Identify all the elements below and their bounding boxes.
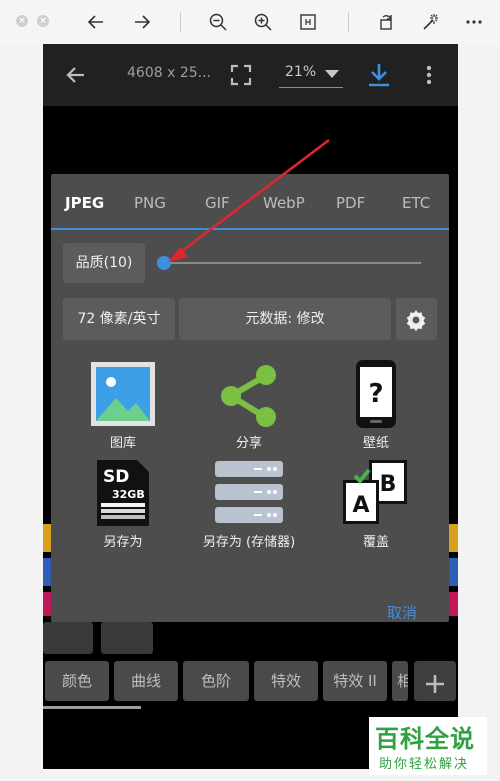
overwrite-action[interactable]: B A 覆盖: [321, 456, 431, 551]
quality-button[interactable]: 品质(10): [63, 243, 145, 283]
viewer-toolbar: × ×: [0, 0, 500, 44]
tab-pdf[interactable]: PDF: [336, 194, 365, 212]
svg-text:?: ?: [368, 379, 383, 409]
zoom-in-icon[interactable]: [251, 10, 275, 34]
quality-slider-thumb[interactable]: [157, 256, 171, 270]
plus-icon: [424, 670, 446, 710]
dpi-button[interactable]: 72 像素/英寸: [63, 298, 175, 340]
image-dimensions: 4608 x 25...: [127, 65, 211, 81]
tab-jpeg[interactable]: JPEG: [65, 194, 104, 212]
chevron-down-icon: [325, 70, 339, 78]
svg-text:32GB: 32GB: [112, 488, 145, 501]
fullscreen-icon[interactable]: [229, 63, 253, 91]
app-bar: 4608 x 25... 21%: [43, 44, 458, 106]
save-dialog: JPEG PNG GIF WebP PDF ETC 品质(10) 72 像素/英…: [51, 174, 449, 622]
zoom-select[interactable]: 21%: [279, 64, 343, 88]
image-preview-strip: [43, 592, 51, 616]
close-icon[interactable]: ×: [16, 15, 28, 27]
svg-text:SD: SD: [103, 467, 129, 487]
minimize-icon[interactable]: ×: [37, 15, 49, 27]
image-preview-strip: [448, 524, 458, 552]
action-label: 分享: [235, 436, 262, 451]
effects-button-curve[interactable]: 曲线: [114, 661, 178, 701]
magic-wand-icon[interactable]: [418, 10, 442, 34]
back-arrow-icon[interactable]: [84, 10, 108, 34]
watermark: 百科全说 助你轻松解决: [369, 717, 487, 775]
overflow-menu-icon[interactable]: [423, 63, 435, 91]
effects-button-levels[interactable]: 色阶: [183, 661, 249, 701]
save-to-storage-action[interactable]: 另存为 (存储器): [194, 456, 304, 551]
wallpaper-action[interactable]: ? 壁纸: [321, 357, 431, 452]
share-icon: [212, 357, 286, 431]
add-effect-button[interactable]: [414, 661, 456, 701]
forward-arrow-icon[interactable]: [130, 10, 154, 34]
image-preview-strip: [448, 558, 458, 586]
effects-button-more[interactable]: 相: [392, 661, 408, 701]
image-preview-block: [43, 622, 93, 654]
toolbar-divider: [348, 12, 349, 32]
tab-etc[interactable]: ETC: [402, 194, 430, 212]
image-preview-strip: [43, 524, 51, 552]
back-arrow-icon[interactable]: [63, 63, 87, 91]
rotate-icon[interactable]: [374, 10, 398, 34]
gallery-icon: [86, 357, 160, 431]
zoom-value: 21%: [285, 64, 317, 80]
image-preview-block: [101, 622, 153, 654]
action-label: 另存为 (存储器): [202, 535, 296, 550]
fit-icon[interactable]: [296, 10, 320, 34]
tab-webp[interactable]: WebP: [263, 194, 305, 212]
phone-screen: 4608 x 25... 21% JPEG PNG GIF WebP PDF E…: [43, 44, 458, 769]
storage-icon: [212, 456, 286, 530]
watermark-title: 百科全说: [375, 725, 475, 753]
svg-text:B: B: [380, 472, 397, 497]
tab-png[interactable]: PNG: [134, 194, 166, 212]
tab-gif[interactable]: GIF: [205, 194, 230, 212]
download-icon[interactable]: [365, 61, 393, 93]
sd-card-icon: SD 32GB: [86, 456, 160, 530]
more-icon[interactable]: [462, 10, 486, 34]
effects-button-color[interactable]: 颜色: [45, 661, 109, 701]
horizontal-scrollbar[interactable]: [43, 706, 141, 709]
metadata-button[interactable]: 元数据: 修改: [179, 298, 391, 340]
toolbar-divider: [180, 12, 181, 32]
cancel-button[interactable]: 取消: [387, 602, 417, 623]
effects-button-effect[interactable]: 特效: [254, 661, 318, 701]
zoom-out-icon[interactable]: [206, 10, 230, 34]
action-label: 另存为: [103, 535, 143, 550]
action-label: 图库: [109, 436, 136, 451]
settings-button[interactable]: [396, 298, 437, 340]
gear-icon: [404, 307, 428, 349]
wallpaper-phone-icon: ?: [339, 357, 413, 431]
svg-text:A: A: [352, 493, 369, 518]
image-preview-strip: [43, 558, 51, 586]
action-label: 覆盖: [362, 535, 389, 550]
action-label: 壁纸: [362, 436, 389, 451]
effects-button-effect-2[interactable]: 特效 II: [323, 661, 387, 701]
quality-slider[interactable]: [165, 262, 421, 264]
format-tabs: JPEG PNG GIF WebP PDF ETC: [51, 174, 449, 230]
share-action[interactable]: 分享: [194, 357, 304, 452]
gallery-action[interactable]: 图库: [68, 357, 178, 452]
image-preview-strip: [448, 592, 458, 616]
watermark-subtitle: 助你轻松解决: [379, 757, 470, 772]
overwrite-icon: B A: [339, 456, 413, 530]
save-as-action[interactable]: SD 32GB 另存为: [68, 456, 178, 551]
